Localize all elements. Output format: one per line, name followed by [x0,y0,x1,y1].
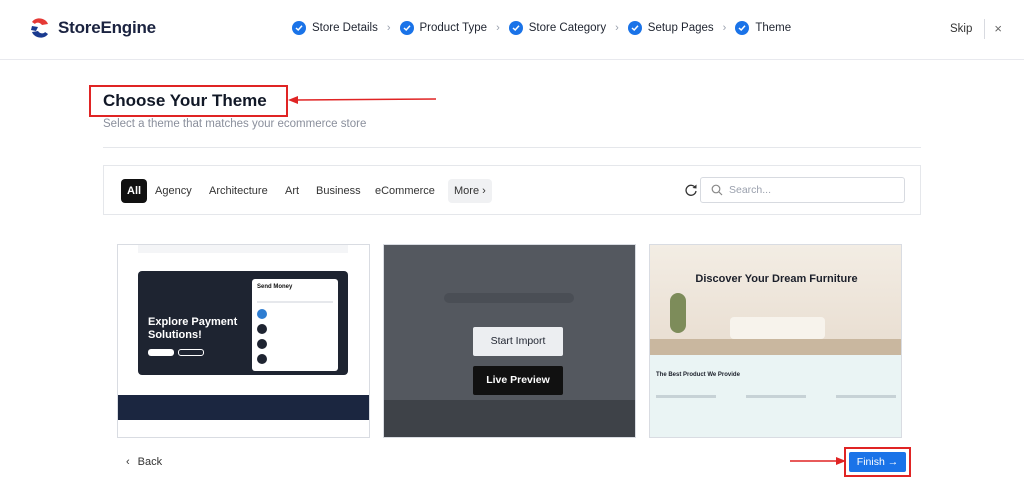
theme-filter-bar: All Agency Architecture Art Business eCo… [103,165,921,215]
partner-logos-strip [118,395,369,420]
divider [103,147,921,148]
finish-button[interactable]: Finish → [849,452,906,472]
step-label: Theme [755,22,792,34]
filter-art[interactable]: Art [279,179,305,203]
back-label: Back [137,456,163,468]
filter-all[interactable]: All [121,179,148,203]
panel-avatar [257,354,267,364]
filter-ecommerce[interactable]: eCommerce [369,179,441,203]
text-line [836,395,896,398]
storeengine-logo-icon [31,18,48,38]
chevron-right-icon: › [482,185,486,197]
send-money-panel: Send Money [252,279,338,371]
back-button[interactable]: ‹ Back [126,456,162,468]
panel-avatar [257,339,267,349]
step-store-category[interactable]: Store Category [508,21,607,35]
check-icon [627,21,642,35]
floor-shape [650,339,901,355]
ghost-shape [444,293,574,303]
plant-shape [670,293,686,333]
chevron-left-icon: ‹ [126,456,130,468]
theme-hero-title: Explore Payment Solutions! [148,316,238,341]
text-line [746,395,806,398]
annotation-box-finish: Finish → [844,447,911,477]
close-icon[interactable]: × [984,19,1002,39]
step-setup-pages[interactable]: Setup Pages [627,21,714,35]
step-label: Setup Pages [647,22,714,34]
chevron-right-icon: › [496,22,500,34]
step-theme[interactable]: Theme [735,21,791,35]
step-store-details[interactable]: Store Details [292,21,378,35]
search-icon [711,184,723,196]
filter-architecture[interactable]: Architecture [203,179,274,203]
theme-card-furniture[interactable]: Discover Your Dream Furniture The Best P… [649,244,902,438]
products-section-preview: The Best Product We Provide [650,355,901,437]
annotation-arrow-icon [790,457,846,465]
filter-business[interactable]: Business [310,179,367,203]
chevron-right-icon: › [386,22,391,34]
search-box [700,177,905,203]
step-label: Store Category [528,22,607,34]
section-title: The Best Product We Provide [656,372,740,378]
theme-cta-preview [148,349,174,356]
step-label: Store Details [312,22,378,34]
brand-logo: StoreEngine [28,16,156,40]
chevron-right-icon: › [615,22,619,34]
setup-stepper: Store Details › Product Type › Store Cat… [292,21,791,35]
refresh-icon[interactable] [684,183,698,197]
chevron-right-icon: › [722,22,727,34]
panel-avatar [257,324,267,334]
more-label: More [454,185,480,197]
filter-agency[interactable]: Agency [149,179,198,203]
live-preview-button[interactable]: Live Preview [473,366,563,395]
theme-hero-title: Discover Your Dream Furniture [695,273,858,285]
step-label: Product Type [419,22,488,34]
brand-name: StoreEngine [58,18,156,37]
theme-card-payment[interactable]: Explore Payment Solutions! Send Money [117,244,370,438]
theme-card-hovered[interactable]: Start Import Live Preview [383,244,636,438]
top-bar: StoreEngine Store Details › Product Type… [0,0,1024,60]
theme-cta-preview [178,349,204,356]
start-import-button[interactable]: Start Import [473,327,563,356]
page-title: Choose Your Theme [103,91,267,110]
theme-hero-preview: Explore Payment Solutions! Send Money [138,271,348,375]
text-line [656,395,716,398]
check-icon [508,21,523,35]
page-subtitle: Select a theme that matches your ecommer… [103,118,367,130]
annotation-arrow-icon [288,96,437,104]
skip-button[interactable]: Skip [950,23,972,35]
sofa-shape [730,317,825,339]
theme-footer-preview [384,400,635,437]
check-icon [735,21,750,35]
check-icon [292,21,306,35]
step-product-type[interactable]: Product Type [399,21,488,35]
filter-more-button[interactable]: More › [448,179,492,203]
panel-line [257,301,333,303]
room-photo-preview: Discover Your Dream Furniture [650,245,901,355]
panel-title: Send Money [257,284,293,290]
theme-nav-preview [138,245,348,253]
search-input[interactable] [729,181,899,199]
check-icon [399,21,414,35]
panel-avatar [257,309,267,319]
